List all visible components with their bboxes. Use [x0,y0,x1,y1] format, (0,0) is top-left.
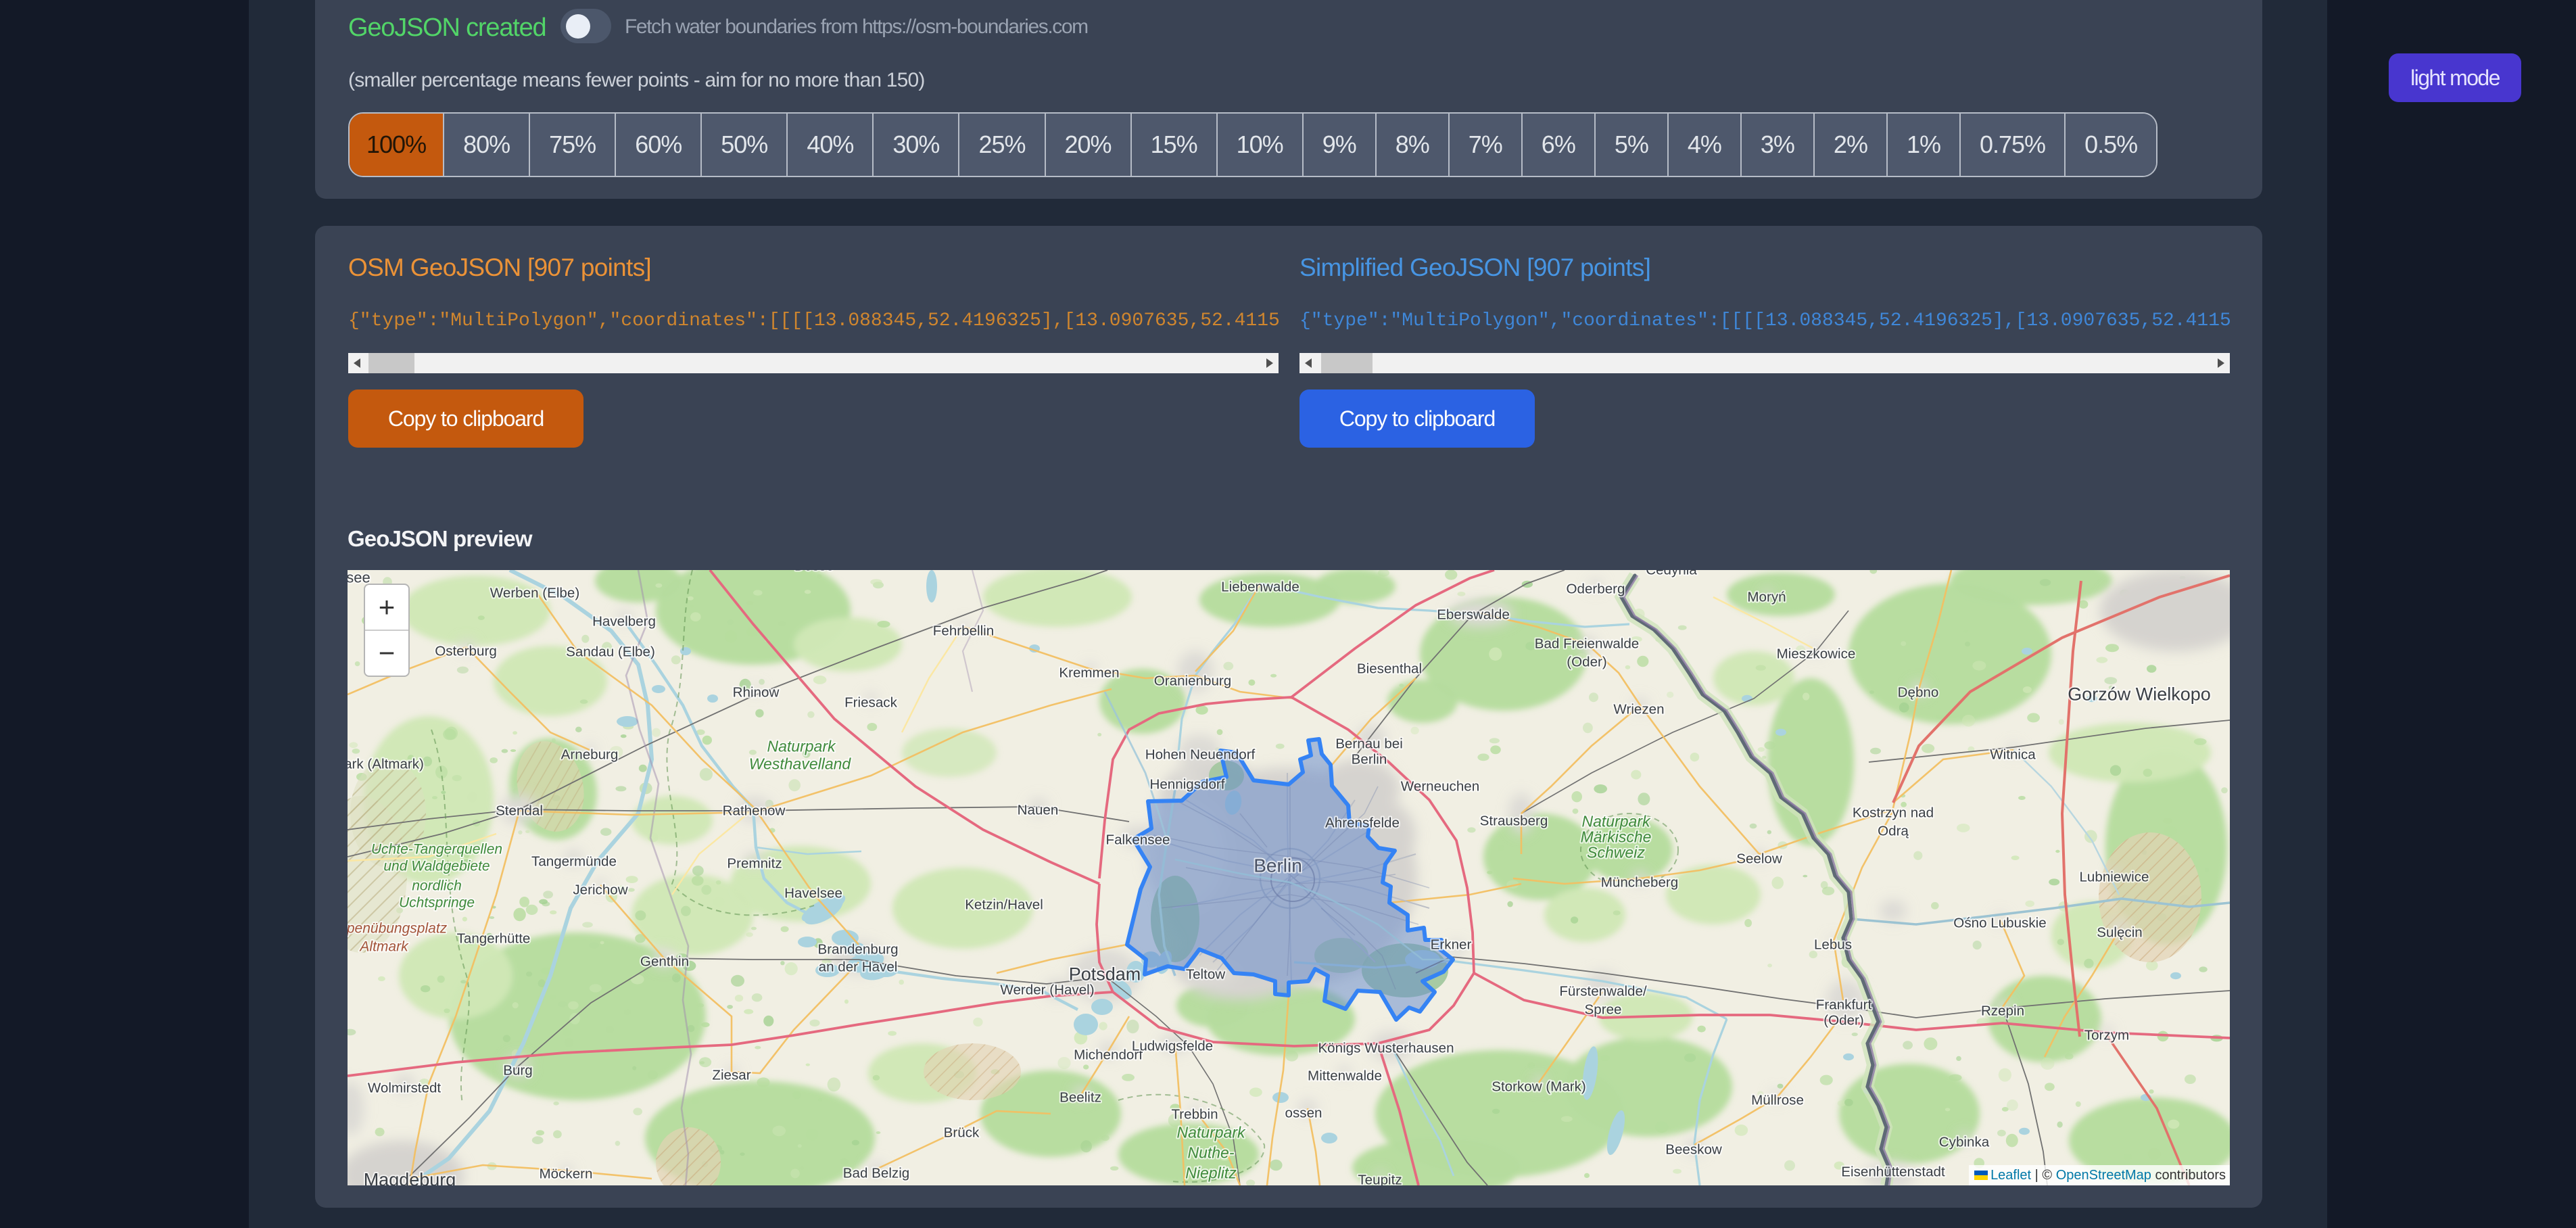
svg-text:Westhavelland: Westhavelland [749,755,852,772]
svg-text:Potsdam: Potsdam [1069,964,1141,984]
svg-text:Strausberg: Strausberg [1480,813,1548,828]
svg-text:Bad Freienwalde: Bad Freienwalde [1535,636,1640,651]
svg-text:Fürstenwalde/: Fürstenwalde/ [1559,983,1647,999]
svg-text:Ludwigsfelde: Ludwigsfelde [1132,1038,1213,1054]
svg-text:Uchtspringe: Uchtspringe [399,895,475,910]
svg-text:Berlin: Berlin [1352,751,1387,767]
svg-text:Altmark: Altmark [358,939,409,954]
svg-text:Moryń: Moryń [1747,589,1786,605]
svg-text:Bad Belzig: Bad Belzig [843,1165,909,1181]
svg-text:Cedynia: Cedynia [1646,570,1697,577]
svg-text:und Waldgebiete: und Waldgebiete [383,858,490,874]
svg-text:Stendal: Stendal [496,803,543,818]
svg-text:Burg: Burg [503,1062,533,1078]
svg-text:Falkensee: Falkensee [1105,832,1170,847]
svg-text:Nuthe-: Nuthe- [1187,1143,1234,1161]
svg-text:Werder (Havel): Werder (Havel) [1000,982,1094,997]
svg-text:Oderberg: Oderberg [1566,581,1625,596]
svg-text:Kremmen: Kremmen [1059,665,1119,680]
svg-text:Spree: Spree [1585,1001,1622,1017]
svg-text:Mieszkowice: Mieszkowice [1777,646,1856,661]
svg-text:Mittenwalde: Mittenwalde [1308,1068,1382,1083]
svg-text:Ketzin/Havel: Ketzin/Havel [965,897,1043,912]
svg-text:Hennigsdorf: Hennigsdorf [1149,776,1224,792]
svg-text:ossen: ossen [1285,1105,1322,1120]
svg-text:Teupitz: Teupitz [1358,1172,1402,1185]
svg-text:Arneburg: Arneburg [561,747,619,762]
svg-text:Frankfurt: Frankfurt [1816,997,1872,1012]
svg-text:Kostrzyn nad: Kostrzyn nad [1853,805,1934,820]
svg-text:Sulęcin: Sulęcin [2097,924,2143,940]
svg-text:Sandau (Elbe): Sandau (Elbe) [566,644,655,659]
svg-text:an der Havel: an der Havel [819,959,898,974]
svg-text:Dębno: Dębno [1898,684,1939,700]
svg-text:Tangerhütte: Tangerhütte [457,930,531,946]
svg-text:Bernau bei: Bernau bei [1335,736,1403,751]
svg-text:Wolmirstedt: Wolmirstedt [368,1080,442,1095]
svg-text:Lebus: Lebus [1814,937,1852,952]
svg-text:Genthin: Genthin [640,953,689,969]
svg-text:Naturpark: Naturpark [1177,1123,1246,1141]
svg-text:Werben (Elbe): Werben (Elbe) [490,585,579,600]
svg-text:Hohen Neuendorf: Hohen Neuendorf [1145,747,1256,762]
svg-text:Havelberg: Havelberg [592,613,656,629]
svg-text:Naturpark: Naturpark [767,737,836,755]
svg-text:Erkner: Erkner [1431,937,1472,952]
svg-text:Osterburg: Osterburg [435,643,497,659]
svg-text:Wriezen: Wriezen [1613,701,1664,717]
svg-text:Müncheberg: Müncheberg [1601,874,1678,890]
svg-text:Premnitz: Premnitz [727,855,782,871]
svg-text:Tangermünde: Tangermünde [531,853,617,869]
svg-text:Havelsee: Havelsee [784,885,842,901]
svg-text:Möckern: Möckern [540,1166,593,1181]
svg-text:Trebbin: Trebbin [1171,1106,1218,1122]
svg-text:Königs Wusterhausen: Königs Wusterhausen [1318,1040,1454,1056]
svg-text:Cybinka: Cybinka [1939,1134,1990,1150]
svg-text:Nauen: Nauen [1018,802,1059,818]
svg-text:nordlich: nordlich [412,878,462,893]
svg-text:Fehrbellin: Fehrbellin [933,623,994,638]
svg-text:Storkow (Mark): Storkow (Mark) [1492,1079,1586,1094]
svg-text:Müllrose: Müllrose [1751,1092,1804,1108]
svg-text:Ahrensfelde: Ahrensfelde [1325,815,1400,830]
svg-text:Eisenhüttenstadt: Eisenhüttenstadt [1841,1164,1945,1179]
svg-text:Rzepin: Rzepin [1981,1003,2024,1018]
svg-text:(Oder): (Oder) [1823,1012,1864,1028]
svg-text:Uchte-Tangerquellen: Uchte-Tangerquellen [371,841,502,857]
svg-text:Ziesar: Ziesar [712,1067,750,1083]
svg-text:Eberswalde: Eberswalde [1437,607,1510,622]
svg-text:Rhinow: Rhinow [733,684,780,700]
svg-text:Friesack: Friesack [844,694,898,710]
svg-text:Brück: Brück [944,1125,980,1140]
svg-text:Teltow: Teltow [1186,966,1225,982]
svg-text:Beeskow: Beeskow [1665,1141,1722,1157]
svg-text:Torzym: Torzym [2084,1027,2129,1043]
svg-text:Seelow: Seelow [1736,851,1782,866]
svg-text:Gorzów Wielkopo: Gorzów Wielkopo [2068,684,2211,704]
svg-text:Schweiz: Schweiz [1587,843,1645,861]
svg-text:Rathenow: Rathenow [723,803,786,818]
svg-text:ark (Altmark): ark (Altmark) [348,756,424,772]
svg-text:Nieplitz: Nieplitz [1185,1164,1237,1181]
svg-text:Biesenthal: Biesenthal [1357,661,1422,676]
svg-text:Jerichow: Jerichow [573,882,627,897]
svg-text:Beelitz: Beelitz [1059,1089,1101,1105]
svg-text:Witnica: Witnica [1990,747,2036,762]
svg-text:Magdeburg: Magdeburg [364,1169,456,1185]
svg-text:Lubniewice: Lubniewice [2079,869,2149,884]
svg-text:Dosse: Dosse [794,570,834,573]
svg-text:Werneuchen: Werneuchen [1401,778,1479,794]
svg-text:Liebenwalde: Liebenwalde [1221,579,1299,594]
svg-text:Oranienburg: Oranienburg [1154,673,1231,688]
svg-text:(Oder): (Oder) [1567,654,1607,669]
svg-text:penübungsplatz: penübungsplatz [348,920,448,936]
svg-text:Berlin: Berlin [1254,855,1302,876]
svg-text:Odrą: Odrą [1878,823,1909,839]
svg-text:Ośno Lubuskie: Ośno Lubuskie [1953,915,2046,930]
svg-text:Brandenburg: Brandenburg [817,941,898,957]
